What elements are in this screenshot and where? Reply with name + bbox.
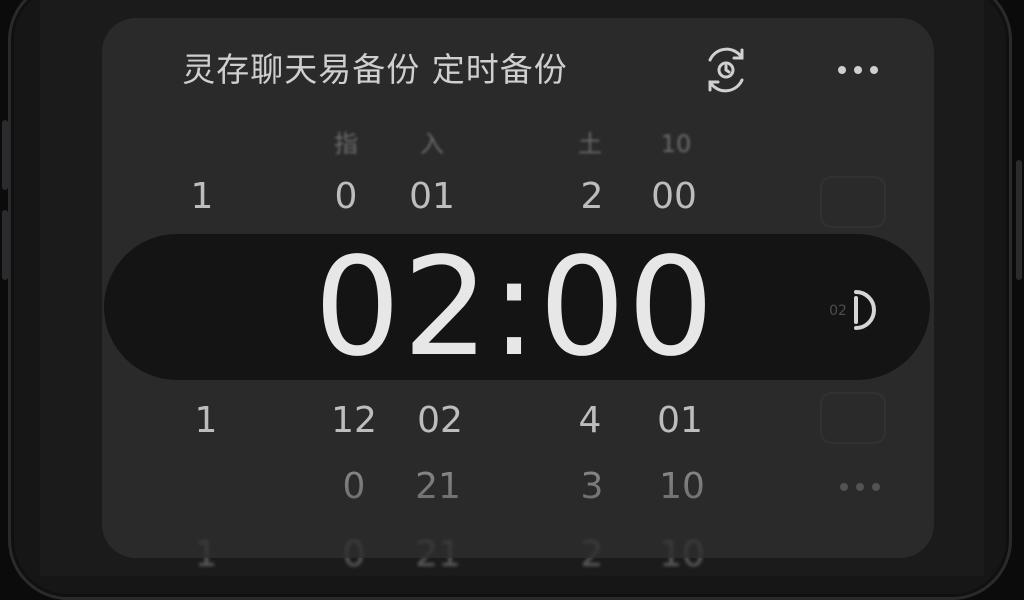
dot-icon <box>856 483 864 491</box>
picker-value: 21 <box>415 534 461 575</box>
dot-icon <box>872 483 880 491</box>
picker-value: 1 <box>194 534 218 575</box>
phone-side-button <box>1016 160 1022 280</box>
more-options-button[interactable] <box>828 55 888 85</box>
picker-value[interactable]: 01 <box>392 172 472 222</box>
picker-value: 2 <box>580 534 604 575</box>
ghost-control <box>820 392 886 444</box>
page-title: 灵存聊天易备份 定时备份 <box>182 50 568 89</box>
ghost-control <box>820 176 886 228</box>
picker-value: 10 <box>659 534 705 575</box>
phone-side-button <box>2 120 8 190</box>
picker-value[interactable]: 00 <box>634 172 714 222</box>
column-label: 入 <box>420 130 444 158</box>
picker-value[interactable]: 10 <box>642 462 722 512</box>
picker-value[interactable]: 2 <box>552 172 632 222</box>
picker-value[interactable]: 0 <box>314 462 394 512</box>
dot-icon <box>870 66 878 74</box>
picker-value[interactable]: 0 <box>306 172 386 222</box>
picker-value[interactable]: 01 <box>640 396 720 446</box>
column-label: 土 <box>578 130 602 158</box>
dot-icon <box>840 483 848 491</box>
picker-value[interactable]: 21 <box>398 462 478 512</box>
more-options-button-secondary[interactable] <box>832 472 888 502</box>
selected-time[interactable]: 02:00 <box>300 228 730 388</box>
moon-icon[interactable] <box>818 280 882 340</box>
column-label: 指 <box>334 130 358 158</box>
picker-value: 0 <box>342 534 366 575</box>
picker-value[interactable]: 1 <box>162 172 242 222</box>
picker-value[interactable]: 3 <box>552 462 632 512</box>
dot-icon <box>854 66 862 74</box>
picker-value[interactable]: 1 <box>166 396 246 446</box>
picker-value[interactable]: 12 <box>314 396 394 446</box>
dot-icon <box>838 66 846 74</box>
sync-clock-icon[interactable] <box>696 40 756 100</box>
phone-side-button <box>2 210 8 280</box>
picker-value[interactable]: 4 <box>550 396 630 446</box>
picker-value[interactable]: 02 <box>400 396 480 446</box>
column-label: 10 <box>660 130 692 158</box>
